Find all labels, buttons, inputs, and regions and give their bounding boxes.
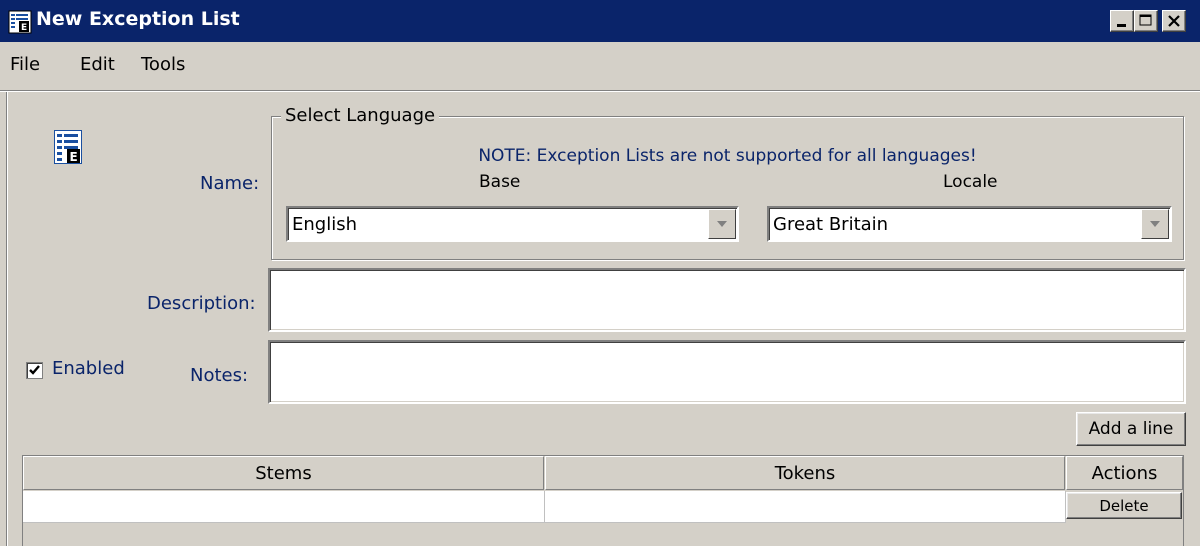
- enabled-label: Enabled: [52, 358, 125, 379]
- notes-label: Notes:: [190, 365, 249, 386]
- window-title: New Exception List: [36, 8, 240, 30]
- description-label: Description:: [147, 293, 256, 314]
- stems-cell[interactable]: [23, 491, 545, 523]
- base-language-select[interactable]: English: [286, 206, 739, 242]
- base-label: Base: [479, 172, 521, 192]
- name-label: Name:: [200, 173, 260, 194]
- exception-list-icon: E: [8, 10, 32, 34]
- close-button[interactable]: [1162, 10, 1186, 32]
- delete-row-button[interactable]: Delete: [1066, 492, 1182, 519]
- language-note: NOTE: Exception Lists are not supported …: [478, 146, 977, 166]
- maximize-button[interactable]: [1134, 10, 1158, 32]
- locale-dropdown-button[interactable]: [1141, 209, 1169, 239]
- exception-list-icon: E: [54, 130, 82, 164]
- description-field[interactable]: [268, 268, 1186, 332]
- locale-select[interactable]: Great Britain: [767, 206, 1172, 242]
- minimize-button[interactable]: [1110, 10, 1134, 32]
- menu-separator: [0, 90, 1200, 92]
- locale-label: Locale: [943, 172, 998, 192]
- checkmark-icon: [29, 365, 40, 375]
- tokens-cell[interactable]: [545, 491, 1066, 523]
- svg-text:E: E: [70, 150, 78, 164]
- frame-edge: [6, 92, 8, 546]
- minimize-icon: [1117, 24, 1126, 27]
- menu-edit[interactable]: Edit: [80, 54, 115, 75]
- menu-file[interactable]: File: [10, 54, 40, 75]
- svg-text:E: E: [21, 23, 27, 33]
- chevron-down-icon: [717, 221, 727, 227]
- maximize-icon: [1139, 14, 1152, 26]
- close-icon: [1168, 15, 1180, 27]
- enabled-checkbox[interactable]: [26, 362, 43, 379]
- select-language-title: Select Language: [281, 105, 440, 126]
- notes-field[interactable]: [268, 340, 1186, 404]
- column-header-actions[interactable]: Actions: [1066, 456, 1183, 490]
- base-language-value: English: [292, 214, 357, 235]
- locale-value: Great Britain: [773, 214, 889, 235]
- column-header-stems[interactable]: Stems: [23, 456, 544, 490]
- menu-tools[interactable]: Tools: [141, 54, 185, 75]
- add-line-button[interactable]: Add a line: [1076, 412, 1186, 446]
- chevron-down-icon: [1150, 221, 1160, 227]
- base-language-dropdown-button[interactable]: [708, 209, 736, 239]
- column-header-tokens[interactable]: Tokens: [545, 456, 1065, 490]
